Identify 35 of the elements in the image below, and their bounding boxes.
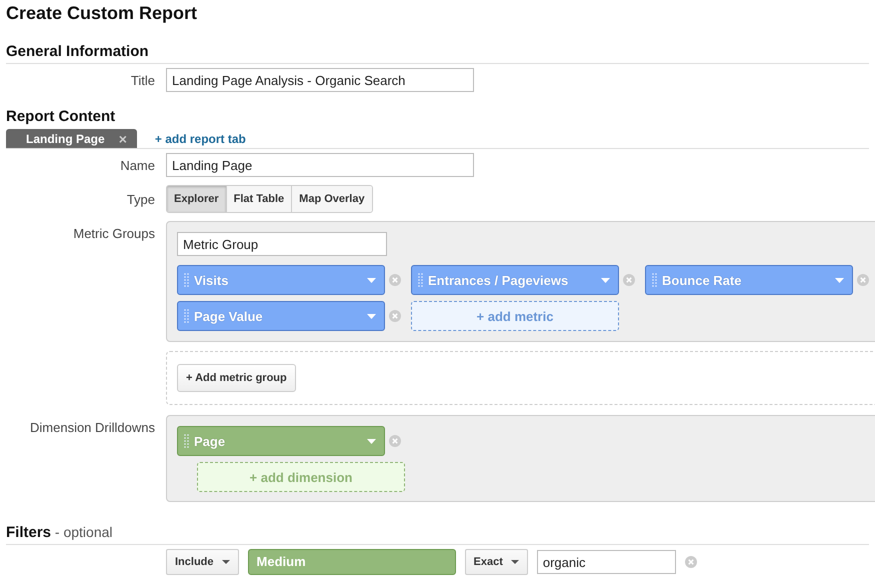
field-label: Type <box>126 192 155 206</box>
drag-handle-icon[interactable] <box>652 273 657 287</box>
remove-icon[interactable] <box>857 274 869 286</box>
type-option[interactable]: Flat Table <box>226 186 292 212</box>
drag-handle-icon[interactable] <box>184 309 189 323</box>
field-label: Name <box>119 158 155 172</box>
metric-group-name-field[interactable]: Metric Group <box>177 232 387 256</box>
caret-icon[interactable] <box>222 560 230 564</box>
drag-handle-icon[interactable] <box>418 273 423 287</box>
name-field[interactable]: Landing Page <box>166 153 474 177</box>
drag-handle-icon[interactable] <box>184 273 189 287</box>
remove-icon[interactable] <box>389 310 401 322</box>
field-label: Metric Groups <box>72 225 155 241</box>
page-title: Create Custom Report <box>6 3 198 24</box>
dropdown[interactable]: Exact <box>464 549 528 575</box>
type-option[interactable]: Map Overlay <box>291 186 372 212</box>
type-option[interactable]: Explorer <box>167 186 226 212</box>
dropdown[interactable]: Include <box>166 549 239 575</box>
filter-value-field[interactable]: organic <box>536 550 676 574</box>
field-label: Dimension Drilldowns <box>29 419 155 435</box>
field-label: Title <box>130 72 155 88</box>
add-metric-group-button[interactable]: + Add metric group <box>177 364 296 392</box>
remove-icon[interactable] <box>684 556 697 568</box>
drag-handle-icon[interactable] <box>184 434 189 448</box>
remove-icon[interactable] <box>623 274 635 286</box>
add-report-tab-link[interactable]: + add report tab <box>154 132 246 146</box>
remove-icon[interactable] <box>389 435 401 447</box>
close-icon[interactable]: × <box>118 130 127 146</box>
remove-icon[interactable] <box>389 274 401 286</box>
title-field[interactable]: Landing Page Analysis - Organic Search <box>166 68 474 92</box>
section-heading: Filters - optional <box>6 524 869 545</box>
report-tab[interactable]: Landing Page × <box>6 129 137 148</box>
section-heading: Report Content <box>6 108 116 127</box>
caret-icon[interactable] <box>510 560 519 564</box>
section-heading: General Information <box>6 43 869 64</box>
